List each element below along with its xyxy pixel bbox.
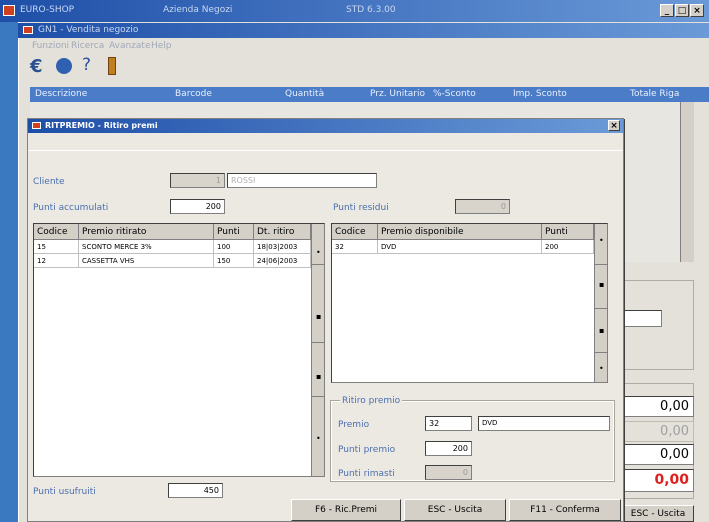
menu-avanzate[interactable]: Avanzate <box>109 41 150 51</box>
ritpremio-dialog: RITPREMIO - Ritiro premi × Cliente 1 ROS… <box>27 118 624 522</box>
menu-ricerca[interactable]: Ricerca <box>71 41 104 51</box>
col-barcode[interactable]: Barcode <box>175 89 212 99</box>
cliente-label: Cliente <box>33 177 65 187</box>
euro-icon[interactable]: € <box>30 56 52 78</box>
punti-rimasti-field: 0 <box>425 465 472 480</box>
col-sconto-perc[interactable]: %-Sconto <box>433 89 476 99</box>
right-panel-field[interactable] <box>624 310 662 327</box>
ritiro-premio-title: Ritiro premio <box>340 396 403 406</box>
disponibili-r1-premio: DVD <box>378 240 542 254</box>
punti-accumulati-label: Punti accumulati <box>33 203 109 213</box>
table-row[interactable]: 32 DVD 200 <box>332 240 594 254</box>
disponibili-col-punti[interactable]: Punti <box>542 224 594 240</box>
punti-premio-label: Punti premio <box>338 445 396 455</box>
ritirati-scroll-up-icon: • <box>316 248 321 257</box>
disponibili-scroll-down-icon: • <box>599 364 604 373</box>
col-imp-sconto[interactable]: Imp. Sconto <box>513 89 567 99</box>
premi-ritirati-table: Codice Premio ritirato Punti Dt. ritiro … <box>33 223 325 477</box>
ritirati-r2-codice: 12 <box>34 254 79 268</box>
disponibili-col-premio[interactable]: Premio disponibile <box>378 224 542 240</box>
premio-name-field[interactable]: DVD <box>478 416 610 431</box>
outer-titlebar: EURO-SHOP Azienda Negozi STD 6.3.00 _ □ … <box>0 0 709 22</box>
col-prz-unitario[interactable]: Prz. Unitario <box>370 89 425 99</box>
ritirati-scroll-down-icon: • <box>316 434 321 443</box>
table-row[interactable]: 15 SCONTO MERCE 3% 100 18|03|2003 <box>34 240 311 254</box>
ritirati-r1-punti: 100 <box>214 240 254 254</box>
premi-disponibili-table: Codice Premio disponibile Punti 32 DVD 2… <box>331 223 608 383</box>
col-totale-riga[interactable]: Totale Riga <box>630 89 679 99</box>
grand-total-field: 0,00 <box>622 469 694 492</box>
app-logo-icon <box>3 5 15 16</box>
dialog-top-strip <box>28 133 623 151</box>
disponibili-header: Codice Premio disponibile Punti <box>332 224 594 240</box>
minimize-button[interactable]: _ <box>660 4 674 17</box>
ritirati-col-premio[interactable]: Premio ritirato <box>79 224 214 240</box>
disponibili-scrollbar[interactable]: • ▪ ▪ • <box>594 224 608 382</box>
ritirati-r1-premio: SCONTO MERCE 3% <box>79 240 214 254</box>
menu-help[interactable]: Help <box>151 41 172 51</box>
version-title: STD 6.3.00 <box>346 5 396 15</box>
dialog-titlebar: RITPREMIO - Ritiro premi × <box>28 119 623 133</box>
punti-usufruiti-field: 450 <box>168 483 223 498</box>
cliente-code-field[interactable]: 1 <box>170 173 225 188</box>
window-icon <box>23 26 33 34</box>
ritirati-scrollbar[interactable]: • ▪ ▪ • <box>311 224 325 476</box>
ritirati-col-codice[interactable]: Codice <box>34 224 79 240</box>
dialog-icon <box>32 122 41 129</box>
ritirati-header: Codice Premio ritirato Punti Dt. ritiro <box>34 224 311 240</box>
punti-rimasti-label: Punti rimasti <box>338 469 395 479</box>
ritirati-r1-codice: 15 <box>34 240 79 254</box>
ritirati-col-punti[interactable]: Punti <box>214 224 254 240</box>
punti-residui-label: Punti residui <box>333 203 389 213</box>
sales-grid-header: Descrizione Barcode Quantità Prz. Unitar… <box>30 87 709 102</box>
exit-door-icon[interactable] <box>104 57 120 75</box>
total-field-1: 0,00 <box>622 396 694 417</box>
total-field-2: 0,00 <box>622 421 694 442</box>
help-icon[interactable]: ? <box>82 55 98 77</box>
ritirati-col-dt[interactable]: Dt. ritiro <box>254 224 311 240</box>
ritiro-premio-group: Ritiro premio Premio 32 DVD Punti premio… <box>330 396 615 482</box>
ritirati-r2-dt: 24|06|2003 <box>254 254 311 268</box>
total-field-3: 0,00 <box>622 444 694 465</box>
ritirati-r2-punti: 150 <box>214 254 254 268</box>
inner-esc-button[interactable]: ESC - Uscita <box>622 505 694 522</box>
punti-accumulati-field: 200 <box>170 199 225 214</box>
disponibili-r1-codice: 32 <box>332 240 378 254</box>
ritirati-r1-dt: 18|03|2003 <box>254 240 311 254</box>
disponibili-r1-punti: 200 <box>542 240 594 254</box>
col-descrizione[interactable]: Descrizione <box>35 89 87 99</box>
dialog-close-button[interactable]: × <box>608 120 620 131</box>
ric-premi-button[interactable]: F6 - Ric.Premi <box>291 499 401 521</box>
dialog-title: RITPREMIO - Ritiro premi <box>45 121 158 130</box>
app-title: EURO-SHOP <box>20 5 75 15</box>
col-quantita[interactable]: Quantità <box>285 89 324 99</box>
disponibili-scroll-up-icon: • <box>599 236 604 245</box>
menu-funzioni[interactable]: Funzioni <box>32 41 69 51</box>
conferma-button[interactable]: F11 - Conferma <box>509 499 621 521</box>
punti-residui-field: 0 <box>455 199 510 214</box>
inner-title: GN1 - Vendita negozio <box>38 25 139 35</box>
premio-label: Premio <box>338 420 370 430</box>
inner-titlebar: GN1 - Vendita negozio <box>18 23 709 38</box>
disponibili-scroll-mid2-icon: ▪ <box>599 326 605 335</box>
ritirati-scroll-mid2-icon: ▪ <box>316 372 322 381</box>
punti-premio-field: 200 <box>425 441 472 456</box>
table-row[interactable]: 12 CASSETTA VHS 150 24|06|2003 <box>34 254 311 268</box>
disponibili-col-codice[interactable]: Codice <box>332 224 378 240</box>
premio-code-field[interactable]: 32 <box>425 416 472 431</box>
punti-usufruiti-label: Punti usufruiti <box>33 487 96 497</box>
close-outer-button[interactable]: × <box>690 4 704 17</box>
company-title: Azienda Negozi <box>163 5 233 15</box>
maximize-button[interactable]: □ <box>675 4 689 17</box>
ritirati-r2-premio: CASSETTA VHS <box>79 254 214 268</box>
menu-bar: Funzioni Ricerca Avanzate Help <box>18 38 709 53</box>
diamond-nav-icon[interactable] <box>56 58 72 74</box>
cliente-name-field[interactable]: ROSSI <box>227 173 377 188</box>
disponibili-scroll-mid-icon: ▪ <box>599 280 605 289</box>
uscita-button[interactable]: ESC - Uscita <box>404 499 506 521</box>
sales-grid-scrollbar[interactable] <box>680 102 694 262</box>
ritirati-scroll-mid-icon: ▪ <box>316 312 322 321</box>
